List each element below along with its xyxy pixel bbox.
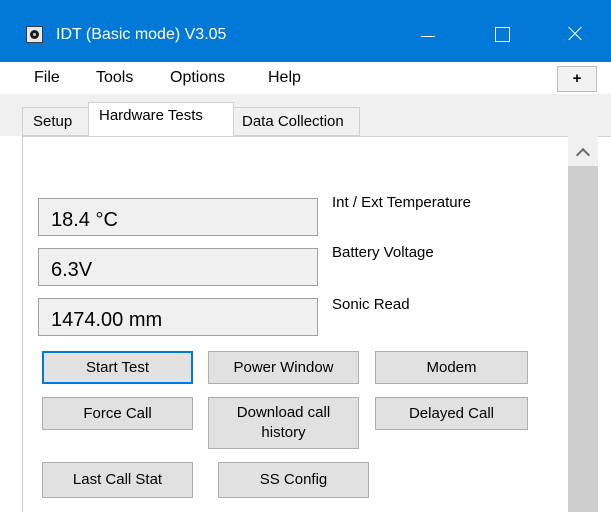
plus-button[interactable]: + <box>557 66 597 92</box>
start-test-label: Start Test <box>85 358 150 376</box>
tab-data-collection[interactable]: Data Collection <box>234 107 360 136</box>
modem-button[interactable]: Modem <box>375 351 528 384</box>
last-call-stat-button[interactable]: Last Call Stat <box>42 462 193 498</box>
last-call-stat-label: Last Call Stat <box>72 471 163 488</box>
force-call-button[interactable]: Force Call <box>42 397 193 430</box>
delayed-call-button[interactable]: Delayed Call <box>375 397 528 430</box>
modem-label: Modem <box>426 358 477 376</box>
scroll-up-icon[interactable] <box>568 136 598 164</box>
ss-config-button[interactable]: SS Config <box>218 462 369 498</box>
menu-file[interactable]: File <box>34 68 60 88</box>
temperature-readout: 18.4 °C <box>38 198 318 236</box>
sonic-read-label: Sonic Read <box>332 296 410 313</box>
power-window-label: Power Window <box>233 358 334 376</box>
force-call-label: Force Call <box>83 404 152 422</box>
sonic-read-readout: 1474.00 mm <box>38 298 318 336</box>
download-call-history-button[interactable]: Download call history <box>208 397 359 449</box>
battery-voltage-readout: 6.3V <box>38 248 318 286</box>
maximize-icon[interactable] <box>478 14 524 54</box>
tab-hardware-tests[interactable]: Hardware Tests <box>88 102 234 136</box>
menu-options[interactable]: Options <box>170 68 225 88</box>
menu-bar: File Tools Options Help + <box>0 62 611 94</box>
start-test-button[interactable]: Start Test <box>42 351 193 384</box>
app-icon <box>26 26 43 43</box>
vertical-scrollbar[interactable] <box>568 136 598 512</box>
tab-setup[interactable]: Setup <box>22 107 88 136</box>
temperature-label: Int / Ext Temperature <box>332 194 471 211</box>
window-title: IDT (Basic mode) V3.05 <box>56 26 227 43</box>
scroll-thumb[interactable] <box>568 166 598 512</box>
battery-voltage-label: Battery Voltage <box>332 244 434 261</box>
tab-strip: Setup Hardware Tests Data Collection <box>0 94 611 136</box>
close-icon[interactable] <box>552 14 598 54</box>
menu-help[interactable]: Help <box>268 68 301 88</box>
menu-tools[interactable]: Tools <box>96 68 133 88</box>
minimize-icon[interactable] <box>405 14 451 54</box>
power-window-button[interactable]: Power Window <box>208 351 359 384</box>
download-call-history-label: Download call history <box>236 404 331 441</box>
ss-config-label: SS Config <box>259 471 328 488</box>
title-bar[interactable]: IDT (Basic mode) V3.05 <box>0 0 611 62</box>
delayed-call-label: Delayed Call <box>408 404 495 422</box>
